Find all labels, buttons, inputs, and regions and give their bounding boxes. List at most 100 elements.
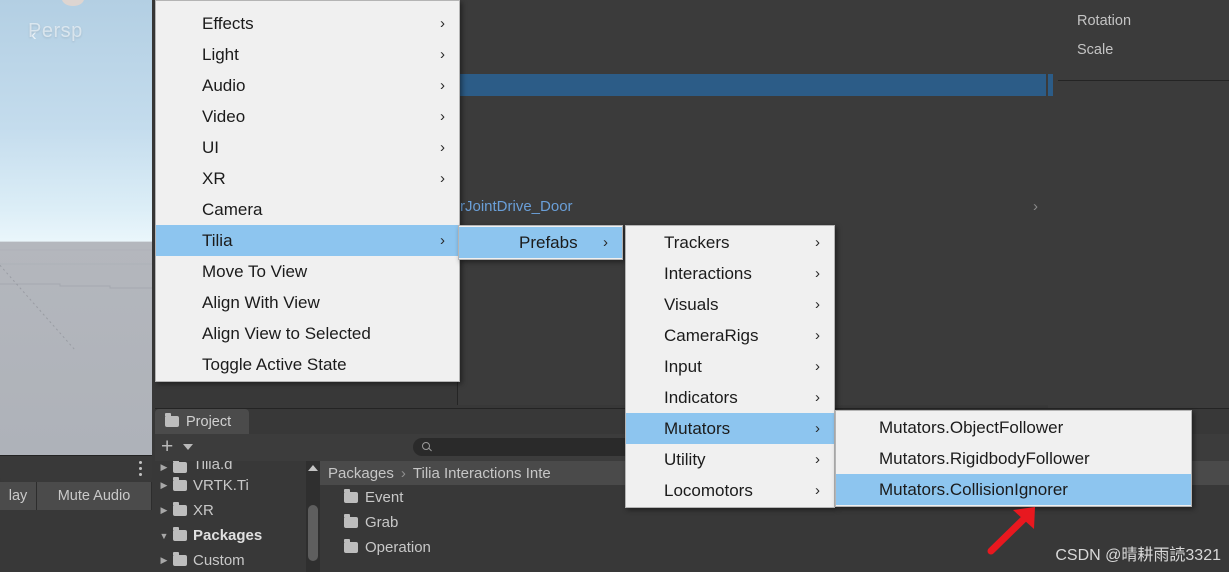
menu-item-video[interactable]: Video ›: [156, 101, 459, 132]
collapse-arrow-icon[interactable]: ▼: [155, 531, 173, 541]
expand-arrow-icon[interactable]: ▶: [155, 462, 173, 473]
scene-gizmo[interactable]: [62, 0, 84, 6]
tree-item-label: XR: [193, 502, 214, 519]
scene-view[interactable]: ‹ Persp: [0, 0, 152, 455]
menu-item-label: UI: [202, 137, 219, 157]
tree-item-label: Packages: [193, 527, 263, 544]
transform-fields: Rotation Scale: [1063, 0, 1229, 65]
annotation-arrow: [987, 507, 1035, 555]
tree-item-tilia[interactable]: ▶ Tilia.d: [155, 461, 320, 473]
chevron-right-icon: ›: [815, 420, 820, 437]
menu-item-camera[interactable]: Camera: [156, 194, 459, 225]
chevron-right-icon: ›: [815, 358, 820, 375]
tree-item-xr[interactable]: ▶ XR: [155, 498, 320, 523]
menu-item-tilia[interactable]: Tilia ›: [156, 225, 459, 256]
folder-icon: [173, 502, 187, 516]
expand-arrow-icon[interactable]: ▶: [155, 555, 173, 566]
joint-drive-door-row[interactable]: rJointDrive_Door ›: [458, 194, 1046, 219]
menu-item-label: Camera: [202, 199, 263, 219]
list-item[interactable]: Grab: [320, 510, 1229, 535]
chevron-down-icon[interactable]: [183, 444, 193, 450]
inspector-selection-accent: [1048, 74, 1053, 96]
folder-open-icon: [173, 527, 187, 541]
menu-item-input[interactable]: Input ›: [626, 351, 834, 382]
menu-item-toggle-active-state[interactable]: Toggle Active State: [156, 349, 459, 380]
tree-item-packages[interactable]: ▼ Packages: [155, 523, 320, 548]
menu-item-prefabs[interactable]: Prefabs ›: [459, 227, 622, 258]
chevron-right-icon: ›: [815, 327, 820, 344]
folder-icon: [173, 477, 187, 491]
menu-item-interactions[interactable]: Interactions ›: [626, 258, 834, 289]
menu-item-mutators-objectfollower[interactable]: Mutators.ObjectFollower: [836, 412, 1191, 443]
expand-arrow-icon[interactable]: ▶: [155, 505, 173, 516]
menu-item-align-view-to-selected[interactable]: Align View to Selected: [156, 318, 459, 349]
chevron-right-icon: ›: [815, 451, 820, 468]
inspector-row-rotation[interactable]: Rotation: [1063, 7, 1229, 36]
tab-project[interactable]: Project: [155, 409, 250, 434]
menu-item-label: Visuals: [664, 294, 719, 314]
menu-item-locomotors[interactable]: Locomotors ›: [626, 475, 834, 506]
menu-item-visuals[interactable]: Visuals ›: [626, 289, 834, 320]
breadcrumb-root[interactable]: Packages: [328, 465, 394, 482]
scroll-up-arrow-icon[interactable]: [308, 465, 318, 471]
hierarchy-selected-row[interactable]: [458, 74, 1046, 96]
menu-item-mutators-rigidbodyfollower[interactable]: Mutators.RigidbodyFollower: [836, 443, 1191, 474]
menu-item-label: Toggle Active State: [202, 354, 347, 374]
menu-item-xr[interactable]: XR ›: [156, 163, 459, 194]
chevron-right-icon: ›: [815, 389, 820, 406]
tilia-submenu[interactable]: Prefabs ›: [458, 225, 623, 260]
scene-view-toolbar[interactable]: [0, 455, 152, 482]
more-options-icon[interactable]: [139, 461, 143, 477]
menu-item-label: Mutators.CollisionIgnorer: [879, 479, 1068, 499]
project-folder-tree[interactable]: ▶ Tilia.d ▶ VRTK.Ti ▶ XR ▼ Packages ▶ Cu…: [155, 461, 320, 572]
list-item-label: Operation: [365, 539, 431, 556]
mute-audio-button[interactable]: Mute Audio: [37, 482, 152, 510]
tree-item-label: VRTK.Ti: [193, 477, 249, 494]
chevron-right-icon: ›: [815, 234, 820, 251]
play-button[interactable]: lay: [0, 482, 37, 510]
expand-arrow-icon[interactable]: ▶: [155, 480, 173, 491]
menu-item-move-to-view[interactable]: Move To View: [156, 256, 459, 287]
mutators-submenu[interactable]: Mutators.ObjectFollower Mutators.Rigidbo…: [835, 410, 1192, 507]
menu-item-label: Mutators.RigidbodyFollower: [879, 448, 1090, 468]
menu-item-align-with-view[interactable]: Align With View: [156, 287, 459, 318]
menu-item-ui[interactable]: UI ›: [156, 132, 459, 163]
menu-item-label: Align With View: [202, 292, 320, 312]
tab-project-label: Project: [186, 413, 232, 430]
menu-item-label: Interactions: [664, 263, 752, 283]
menu-item-camerarigs[interactable]: CameraRigs ›: [626, 320, 834, 351]
gameobject-context-menu[interactable]: Effects › Light › Audio › Video › UI › X…: [155, 0, 460, 382]
menu-item-mutators-collisionignorer[interactable]: Mutators.CollisionIgnorer: [836, 474, 1191, 505]
tree-item-label: Tilia.d: [193, 461, 233, 473]
menu-item-utility[interactable]: Utility ›: [626, 444, 834, 475]
menu-item-label: Input: [664, 356, 702, 376]
menu-item-mutators[interactable]: Mutators ›: [626, 413, 834, 444]
list-item-label: Grab: [365, 514, 399, 531]
chevron-right-icon: ›: [815, 296, 820, 313]
menu-item-effects[interactable]: Effects ›: [156, 8, 459, 39]
folder-icon: [344, 489, 358, 503]
menu-item-light[interactable]: Light ›: [156, 39, 459, 70]
chevron-right-icon[interactable]: ›: [1033, 198, 1038, 215]
search-icon: [422, 441, 433, 453]
list-item-label: Event: [365, 489, 404, 506]
chevron-right-icon: ›: [440, 232, 445, 249]
prefabs-submenu[interactable]: Trackers › Interactions › Visuals › Came…: [625, 225, 835, 508]
inspector-row-scale[interactable]: Scale: [1063, 36, 1229, 65]
tree-item-vrtk-tilia[interactable]: ▶ VRTK.Ti: [155, 473, 320, 498]
menu-item-audio[interactable]: Audio ›: [156, 70, 459, 101]
watermark-text: CSDN @晴耕雨読3321: [1055, 547, 1221, 564]
menu-item-indicators[interactable]: Indicators ›: [626, 382, 834, 413]
menu-item-trackers[interactable]: Trackers ›: [626, 227, 834, 258]
tree-item-custom[interactable]: ▶ Custom: [155, 548, 320, 572]
menu-item-label: Trackers: [664, 232, 730, 252]
play-controls-bar: lay Mute Audio: [0, 482, 152, 510]
menu-item-label: Utility: [664, 449, 706, 469]
scrollbar-thumb[interactable]: [308, 505, 318, 561]
folder-icon: [165, 413, 179, 427]
breadcrumb-current[interactable]: Tilia Interactions Inte: [413, 465, 551, 482]
add-asset-button[interactable]: +: [161, 436, 173, 457]
menu-item-label: Video: [202, 106, 246, 126]
folder-icon: [344, 539, 358, 553]
chevron-right-icon: ›: [440, 170, 445, 187]
